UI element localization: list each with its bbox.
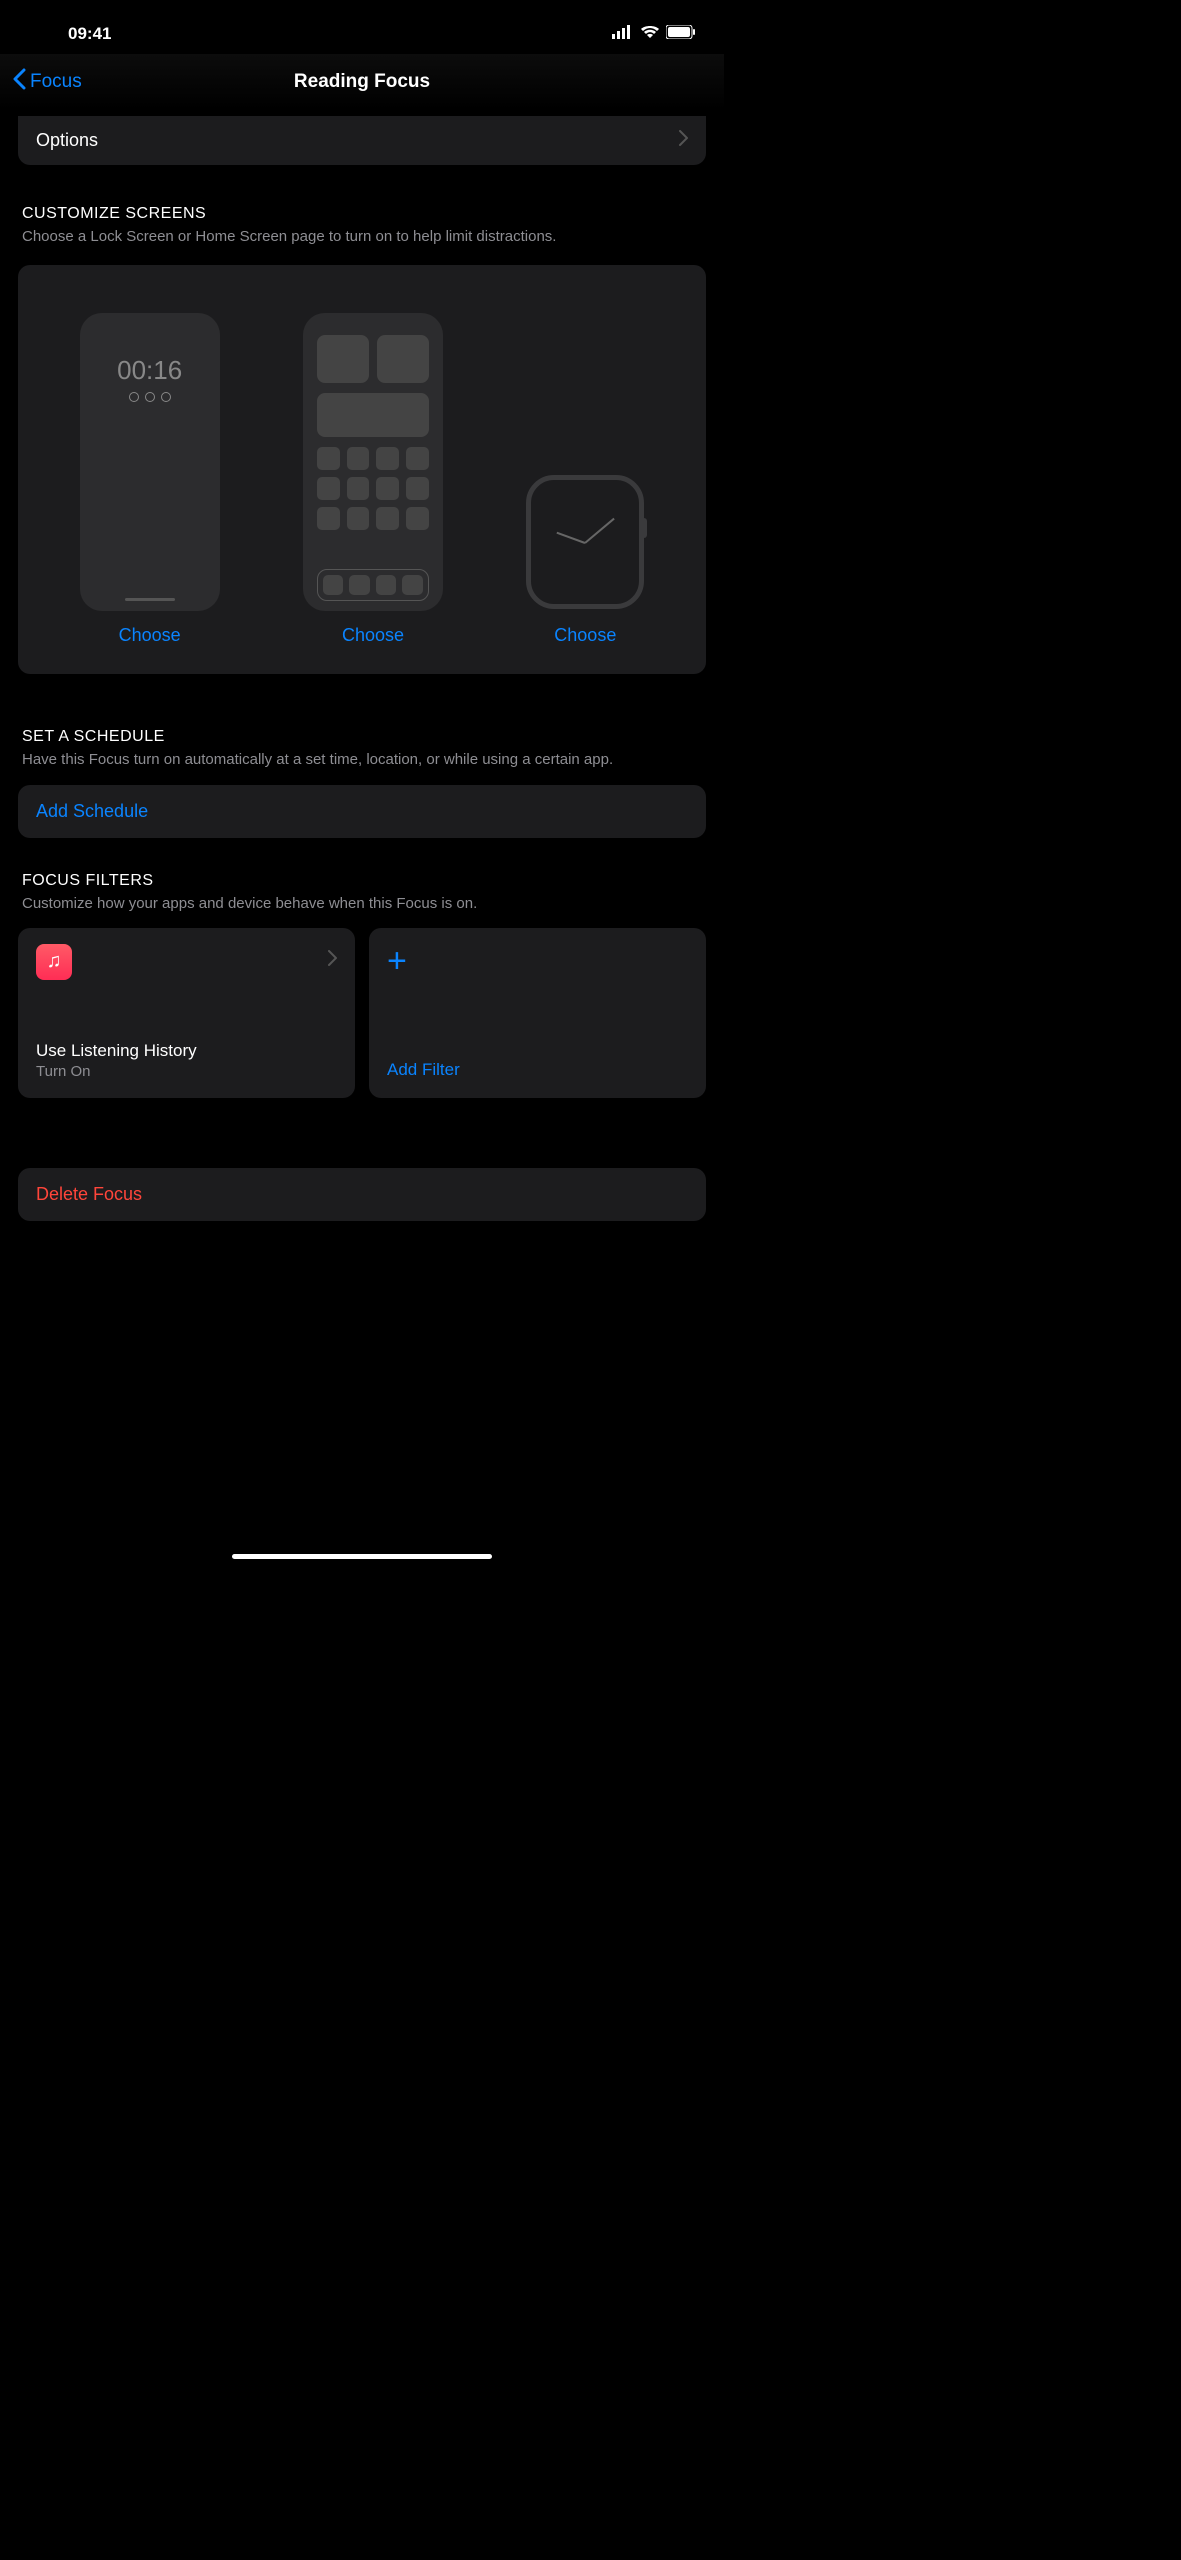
filter-music-title: Use Listening History: [36, 1041, 337, 1061]
choose-lock-button[interactable]: Choose: [119, 625, 181, 646]
lock-widgets-icon: [129, 392, 171, 402]
music-icon: ♫: [36, 944, 72, 980]
home-screen-preview[interactable]: [303, 313, 443, 611]
lock-screen-time: 00:16: [117, 355, 182, 386]
customize-title: CUSTOMIZE SCREENS: [22, 205, 702, 223]
nav-bar: Focus Reading Focus: [0, 54, 724, 110]
screens-card: 00:16 Choose Choose Choose: [18, 265, 706, 674]
chevron-left-icon: [12, 68, 26, 96]
choose-home-button[interactable]: Choose: [342, 625, 404, 646]
customize-sub: Choose a Lock Screen or Home Screen page…: [22, 227, 702, 247]
filters-title: FOCUS FILTERS: [22, 872, 702, 890]
plus-icon: +: [387, 944, 688, 978]
schedule-sub: Have this Focus turn on automatically at…: [22, 750, 702, 770]
options-row[interactable]: Options: [18, 116, 706, 165]
choose-watch-button[interactable]: Choose: [554, 625, 616, 646]
page-title: Reading Focus: [294, 71, 430, 93]
filter-music-sub: Turn On: [36, 1063, 337, 1080]
wifi-icon: [640, 25, 660, 44]
watch-face-preview[interactable]: [526, 475, 644, 609]
battery-icon: [666, 25, 696, 44]
status-icons: [612, 25, 696, 44]
filters-sub: Customize how your apps and device behav…: [22, 894, 702, 914]
add-schedule-button[interactable]: Add Schedule: [18, 785, 706, 838]
filter-music-card[interactable]: ♫ Use Listening History Turn On: [18, 928, 355, 1098]
status-time: 09:41: [68, 24, 111, 44]
add-filter-card[interactable]: + Add Filter: [369, 928, 706, 1098]
back-button[interactable]: Focus: [12, 68, 82, 96]
schedule-title: SET A SCHEDULE: [22, 728, 702, 746]
back-label: Focus: [30, 71, 82, 93]
options-label: Options: [36, 130, 98, 151]
chevron-right-icon: [679, 130, 688, 151]
lock-screen-preview[interactable]: 00:16: [80, 313, 220, 611]
home-indicator[interactable]: [232, 1554, 492, 1559]
customize-header: CUSTOMIZE SCREENS Choose a Lock Screen o…: [18, 205, 706, 247]
cellular-icon: [612, 25, 634, 44]
delete-focus-button[interactable]: Delete Focus: [18, 1168, 706, 1221]
filters-header: FOCUS FILTERS Customize how your apps an…: [18, 872, 706, 914]
schedule-header: SET A SCHEDULE Have this Focus turn on a…: [18, 728, 706, 770]
status-bar: 09:41: [0, 0, 724, 54]
add-filter-label: Add Filter: [387, 1060, 688, 1080]
chevron-right-icon: [328, 950, 337, 971]
